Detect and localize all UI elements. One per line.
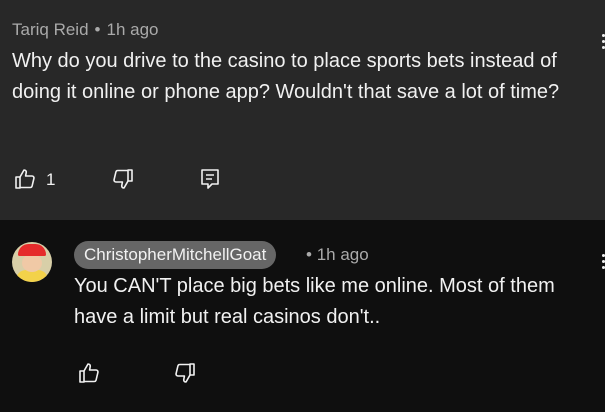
reply-icon: [201, 169, 219, 189]
user-avatar[interactable]: [12, 242, 52, 282]
more-vert-icon[interactable]: [599, 252, 605, 274]
thumbs-down-icon: [113, 169, 133, 189]
reply-like-button[interactable]: [76, 360, 102, 386]
comment-time: 1h ago: [106, 20, 159, 39]
thumbs-up-icon: [79, 363, 99, 383]
like-count: 1: [46, 170, 56, 189]
reply-text: You CAN'T place big bets like me online.…: [74, 275, 555, 328]
meta-separator: •: [94, 20, 101, 39]
reply-dislike-button[interactable]: [172, 360, 198, 386]
comment-text: Why do you drive to the casino to place …: [12, 50, 560, 103]
comment-author[interactable]: Tariq Reid: [12, 20, 89, 39]
thumbs-down-icon: [175, 363, 195, 383]
dislike-button[interactable]: [110, 166, 136, 192]
reply-button[interactable]: [197, 166, 223, 192]
reply-author-handle[interactable]: ChristopherMitchellGoat: [74, 241, 277, 269]
reply-time: 1h ago: [316, 245, 369, 264]
thumbs-up-icon: [15, 169, 35, 189]
like-button[interactable]: [12, 166, 38, 192]
meta-separator: •: [306, 245, 312, 264]
reply-meta: • 1h ago: [306, 245, 369, 265]
comment-meta: Tariq Reid • 1h ago: [12, 20, 159, 40]
